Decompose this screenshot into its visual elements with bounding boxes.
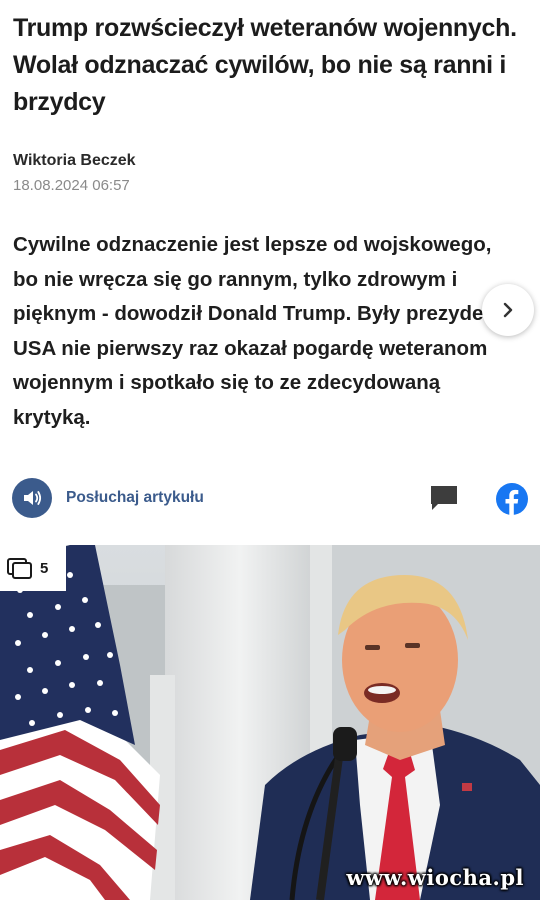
gallery-count: 5 xyxy=(40,559,49,577)
listen-label[interactable]: Posłuchaj artykułu xyxy=(66,489,204,507)
article-lead: Cywilne odznaczenie jest lepsze od wojsk… xyxy=(13,233,503,429)
speaker-icon xyxy=(24,491,42,505)
author-name[interactable]: Wiktoria Beczek xyxy=(13,152,136,170)
facebook-share-button[interactable] xyxy=(495,482,529,521)
photo-illustration xyxy=(0,545,540,900)
comments-button[interactable] xyxy=(429,484,459,517)
listen-bar: Posłuchaj artykułu xyxy=(0,476,540,522)
publish-date: 18.08.2024 06:57 xyxy=(13,177,130,194)
article-headline: Trump rozwścieczył weteranów wojennych. … xyxy=(13,14,517,116)
gallery-icon xyxy=(7,558,32,579)
chevron-right-icon xyxy=(503,302,513,318)
watermark: www.wiocha.pl xyxy=(346,865,524,890)
listen-button[interactable] xyxy=(12,478,52,518)
article-photo[interactable]: 5 www.wiocha.pl xyxy=(0,545,540,900)
gallery-badge[interactable]: 5 xyxy=(0,545,66,591)
next-button[interactable] xyxy=(482,284,534,336)
facebook-icon xyxy=(496,483,528,515)
comment-icon xyxy=(431,486,457,510)
